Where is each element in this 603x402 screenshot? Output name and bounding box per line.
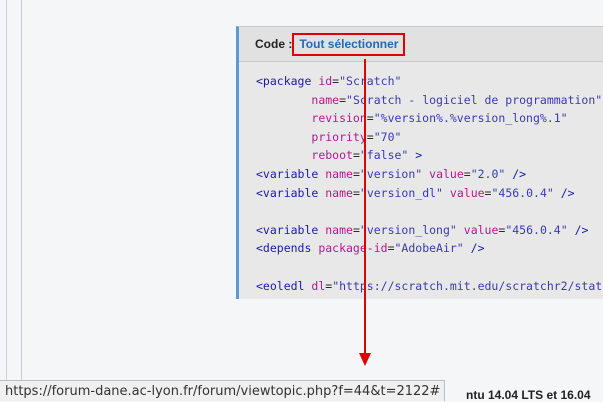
code-token: reboot <box>311 148 353 163</box>
code-token: revision <box>311 111 367 126</box>
code-token: <variable <box>256 222 326 237</box>
code-token: /> <box>463 241 485 256</box>
code-line: <variable name="version_dl" value="456.0… <box>256 184 603 203</box>
code-token: "version" <box>359 166 423 181</box>
code-token: "%version%.%version_long%.1" <box>373 111 568 126</box>
code-token: "2.0" <box>470 166 506 181</box>
code-token: name <box>311 92 340 107</box>
select-all-link[interactable]: Tout sélectionner <box>292 32 406 56</box>
footer-partial-text: ntu 14.04 LTS et 16.04 <box>466 388 591 402</box>
status-bar-url: https://forum-dane.ac-lyon.fr/forum/view… <box>0 380 446 401</box>
code-token: /> <box>553 185 575 200</box>
code-token: name <box>325 185 353 200</box>
code-token: "false" <box>359 148 409 163</box>
code-token: "version_long" <box>359 222 457 237</box>
code-token: = <box>352 148 360 163</box>
code-line: name="Scratch - logiciel de programmatio… <box>256 91 603 110</box>
code-token: "70" <box>373 129 402 144</box>
annotation-arrow-head-icon <box>359 353 371 366</box>
code-token: id <box>318 74 333 88</box>
code-token: = <box>352 185 360 200</box>
code-token: = <box>352 222 360 237</box>
code-token: value <box>463 222 499 237</box>
code-token: "456.0.4" <box>505 222 568 237</box>
code-token: <depends <box>256 241 319 256</box>
code-token: name <box>325 166 353 181</box>
code-line: <package id="Scratch" <box>256 72 603 91</box>
code-header: Code : Tout sélectionner <box>239 27 603 62</box>
code-label: Code : <box>255 37 293 51</box>
code-line: priority="70" <box>256 128 603 147</box>
code-box: Code : Tout sélectionner <package id="Sc… <box>236 26 603 299</box>
code-line: <variable name="version" value="2.0" /> <box>256 165 603 184</box>
code-token: <variable <box>256 166 326 181</box>
code-token: "AdobeAir" <box>394 241 464 256</box>
code-token: dl <box>311 278 326 293</box>
code-token: /> <box>567 222 589 237</box>
code-line: <eoledl dl="https://scratch.mit.edu/scra… <box>256 277 603 296</box>
code-token: "456.0.4" <box>491 185 554 200</box>
code-token: value <box>449 185 485 200</box>
code-line: reboot="false" > <box>256 146 603 165</box>
code-token: > <box>408 148 423 163</box>
code-token: "Scratch" <box>339 74 402 88</box>
code-token: package-id <box>318 241 388 256</box>
code-token: name <box>325 222 353 237</box>
code-token: /> <box>505 166 527 181</box>
code-line: <depends package-id="AdobeAir" /> <box>256 239 603 258</box>
code-line: <variable name="version_long" value="456… <box>256 221 603 240</box>
code-token: = <box>366 111 374 126</box>
code-token: = <box>463 166 471 181</box>
left-border <box>0 0 22 401</box>
code-token: priority <box>311 129 367 144</box>
code-token: = <box>387 241 395 256</box>
code-token: = <box>366 129 374 144</box>
annotation-arrow-line <box>364 59 366 357</box>
code-token: = <box>352 166 360 181</box>
code-token: "Scratch - logiciel de programmation" <box>346 92 603 107</box>
code-token: <package <box>256 74 319 88</box>
code-token: value <box>429 166 464 181</box>
code-content[interactable]: <package id="Scratch" name="Scratch - lo… <box>239 62 603 295</box>
code-token: "version_dl" <box>359 185 443 200</box>
code-token: <eoledl <box>256 278 312 293</box>
code-token: <variable <box>256 185 326 200</box>
code-line: revision="%version%.%version_long%.1" <box>256 109 603 128</box>
code-token: "https://scratch.mit.edu/scratchr2/stati… <box>332 278 603 293</box>
code-token: = <box>339 92 347 107</box>
